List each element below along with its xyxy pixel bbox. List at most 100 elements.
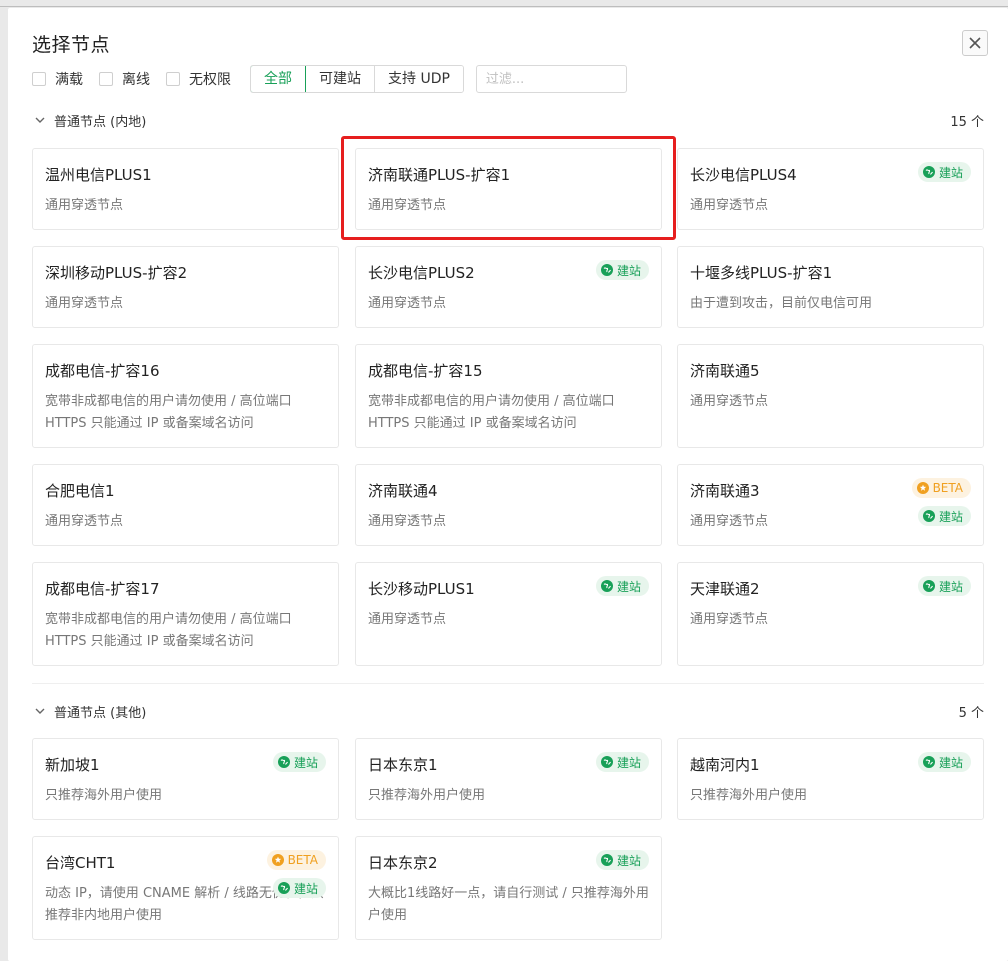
group-title: 普通节点 (其他) xyxy=(54,705,147,721)
beta-tag-label: BETA xyxy=(287,853,318,867)
node-card[interactable]: 济南联通3 通用穿透节点 BETA 建站 xyxy=(677,464,984,546)
group-count: 15 个 xyxy=(950,114,984,130)
node-card[interactable]: 济南联通4 通用穿透节点 xyxy=(355,464,662,546)
node-type-segmented: 全部 可建站 支持 UDP xyxy=(250,65,464,93)
site-tag-label: 建站 xyxy=(938,165,963,180)
node-card[interactable]: 济南联通PLUS-扩容1 通用穿透节点 xyxy=(355,148,662,230)
node-tags: 建站 xyxy=(917,752,971,772)
node-description: 通用穿透节点 xyxy=(368,296,447,311)
checkbox-label: 无权限 xyxy=(189,72,231,88)
node-card[interactable]: 深圳移动PLUS-扩容2 通用穿透节点 xyxy=(32,246,339,328)
node-description: 通用穿透节点 xyxy=(690,394,769,409)
node-name: 越南河内1 xyxy=(690,756,760,774)
site-tag-label: 建站 xyxy=(293,881,318,896)
node-card[interactable]: 台湾CHT1 动态 IP，请使用 CNAME 解析 / 线路无优化，只推荐非内地用… xyxy=(32,836,339,940)
node-description: 宽带非成都电信的用户请勿使用 / 高位端口 HTTPS 只能通过 IP 或备案域… xyxy=(45,612,292,649)
select-node-dialog: 选择节点 满载 离线 无权限 全部 可建站 支持 UDP 普通节点 (内地) 15… xyxy=(8,8,1008,961)
filter-input[interactable] xyxy=(475,65,627,93)
segment-site-capable[interactable]: 可建站 xyxy=(306,66,375,92)
site-tag: 建站 xyxy=(917,506,971,526)
group-header[interactable]: 普通节点 (其他) 5 个 xyxy=(32,699,984,723)
node-tags: 建站 xyxy=(917,576,971,596)
node-name: 成都电信-扩容16 xyxy=(45,362,160,380)
chevron-down-icon xyxy=(35,117,45,123)
checkbox-no-permission[interactable]: 无权限 xyxy=(166,69,231,89)
globe-icon xyxy=(600,854,613,866)
site-tag-label: 建站 xyxy=(616,579,641,594)
node-card[interactable]: 济南联通5 通用穿透节点 xyxy=(677,344,984,448)
checkbox-full[interactable]: 满载 xyxy=(32,69,83,89)
checkbox-box[interactable] xyxy=(166,72,180,86)
beta-tag: BETA xyxy=(911,478,971,498)
node-name: 长沙电信PLUS2 xyxy=(368,264,475,282)
node-tags: 建站 xyxy=(595,576,649,596)
node-name: 长沙电信PLUS4 xyxy=(690,166,797,184)
node-name: 济南联通5 xyxy=(690,362,760,380)
node-description: 宽带非成都电信的用户请勿使用 / 高位端口 HTTPS 只能通过 IP 或备案域… xyxy=(368,394,615,431)
checkbox-box[interactable] xyxy=(99,72,113,86)
node-description: 只推荐海外用户使用 xyxy=(690,788,808,803)
node-description: 通用穿透节点 xyxy=(45,514,124,529)
group-divider xyxy=(32,683,984,684)
site-tag: 建站 xyxy=(595,260,649,280)
node-name: 成都电信-扩容15 xyxy=(368,362,483,380)
checkbox-offline[interactable]: 离线 xyxy=(99,69,150,89)
node-description: 通用穿透节点 xyxy=(368,612,447,627)
node-card[interactable]: 成都电信-扩容16 宽带非成都电信的用户请勿使用 / 高位端口 HTTPS 只能通… xyxy=(32,344,339,448)
checkbox-label: 离线 xyxy=(122,72,150,88)
node-name: 日本东京2 xyxy=(368,854,438,872)
node-name: 天津联通2 xyxy=(690,580,760,598)
node-description: 通用穿透节点 xyxy=(368,198,447,213)
checkbox-label: 满载 xyxy=(55,72,83,88)
close-button[interactable] xyxy=(962,30,988,56)
node-card[interactable]: 越南河内1 只推荐海外用户使用 建站 xyxy=(677,738,984,820)
node-description: 大概比1线路好一点，请自行测试 / 只推荐海外用户使用 xyxy=(368,886,649,923)
globe-icon xyxy=(600,756,613,768)
node-description: 通用穿透节点 xyxy=(690,612,769,627)
globe-icon xyxy=(922,166,935,178)
globe-icon xyxy=(922,510,935,522)
node-description: 通用穿透节点 xyxy=(690,198,769,213)
site-tag: 建站 xyxy=(595,752,649,772)
site-tag-label: 建站 xyxy=(616,853,641,868)
node-tags: 建站 xyxy=(917,162,971,182)
node-card[interactable]: 日本东京2 大概比1线路好一点，请自行测试 / 只推荐海外用户使用 建站 xyxy=(355,836,662,940)
node-tags: BETA 建站 xyxy=(266,850,326,898)
beta-tag-label: BETA xyxy=(932,481,963,495)
node-name: 成都电信-扩容17 xyxy=(45,580,160,598)
group-header[interactable]: 普通节点 (内地) 15 个 xyxy=(32,108,984,132)
node-name: 济南联通3 xyxy=(690,482,760,500)
node-name: 长沙移动PLUS1 xyxy=(368,580,475,598)
chevron-down-icon xyxy=(35,708,45,714)
site-tag-label: 建站 xyxy=(616,755,641,770)
site-tag: 建站 xyxy=(917,162,971,182)
node-description: 通用穿透节点 xyxy=(45,296,124,311)
node-name: 深圳移动PLUS-扩容2 xyxy=(45,264,188,282)
checkbox-box[interactable] xyxy=(32,72,46,86)
node-card[interactable]: 长沙电信PLUS4 通用穿透节点 建站 xyxy=(677,148,984,230)
site-tag: 建站 xyxy=(272,878,326,898)
site-tag-label: 建站 xyxy=(616,263,641,278)
node-card[interactable]: 成都电信-扩容17 宽带非成都电信的用户请勿使用 / 高位端口 HTTPS 只能通… xyxy=(32,562,339,666)
node-name: 新加坡1 xyxy=(45,756,100,774)
node-card[interactable]: 日本东京1 只推荐海外用户使用 建站 xyxy=(355,738,662,820)
node-card[interactable]: 长沙电信PLUS2 通用穿透节点 建站 xyxy=(355,246,662,328)
node-card[interactable]: 合肥电信1 通用穿透节点 xyxy=(32,464,339,546)
node-card[interactable]: 长沙移动PLUS1 通用穿透节点 建站 xyxy=(355,562,662,666)
segment-udp[interactable]: 支持 UDP xyxy=(375,66,463,92)
globe-icon xyxy=(277,882,290,894)
node-card[interactable]: 天津联通2 通用穿透节点 建站 xyxy=(677,562,984,666)
globe-icon xyxy=(600,580,613,592)
node-description: 由于遭到攻击，目前仅电信可用 xyxy=(690,296,873,311)
node-card[interactable]: 十堰多线PLUS-扩容1 由于遭到攻击，目前仅电信可用 xyxy=(677,246,984,328)
node-description: 只推荐海外用户使用 xyxy=(45,788,163,803)
node-name: 济南联通PLUS-扩容1 xyxy=(368,166,511,184)
node-card[interactable]: 温州电信PLUS1 通用穿透节点 xyxy=(32,148,339,230)
node-name: 温州电信PLUS1 xyxy=(45,166,152,184)
node-card[interactable]: 新加坡1 只推荐海外用户使用 建站 xyxy=(32,738,339,820)
globe-icon xyxy=(600,264,613,276)
segment-all[interactable]: 全部 xyxy=(250,66,306,92)
node-description: 宽带非成都电信的用户请勿使用 / 高位端口 HTTPS 只能通过 IP 或备案域… xyxy=(45,394,292,431)
node-card[interactable]: 成都电信-扩容15 宽带非成都电信的用户请勿使用 / 高位端口 HTTPS 只能通… xyxy=(355,344,662,448)
node-name: 十堰多线PLUS-扩容1 xyxy=(690,264,833,282)
